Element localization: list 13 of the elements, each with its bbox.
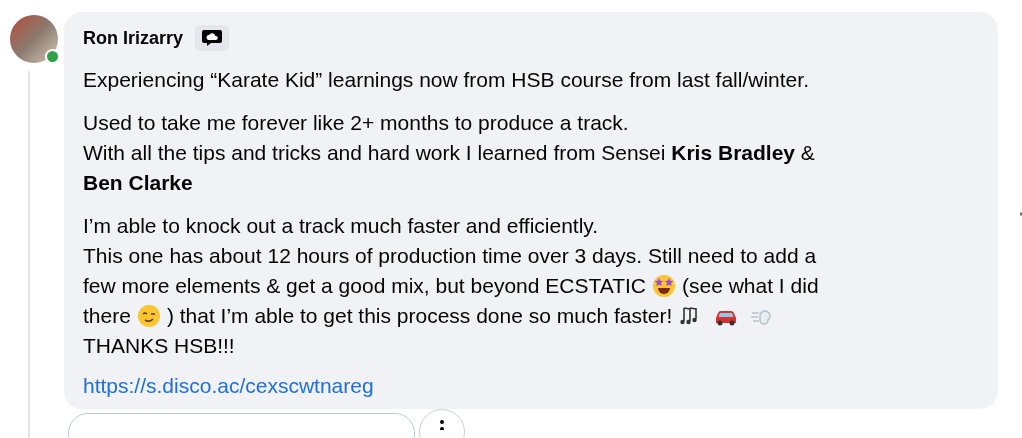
comment-text: ) that I’m able to get this process done so much faster!	[166, 304, 673, 328]
comment-text: Experiencing “Karate Kid” learnings now from HSB course from last fall/winter.	[83, 68, 809, 92]
author-name[interactable]: Ron Irizarry	[83, 27, 184, 49]
comment-text: I’m able to knock out a track much faster and efficiently.	[83, 214, 599, 238]
comment-text: Ben Clarke	[83, 171, 193, 195]
comment-text: (see what I did	[682, 274, 819, 298]
comment-link[interactable]: https://s.disco.ac/cexscwtnareg	[83, 371, 979, 401]
comment-text: Used to take me forever like 2+ months to produce a track.	[83, 111, 629, 135]
comment-text: This one has about 12 hours of production time over 3 days. Still need to add a	[83, 244, 817, 268]
comment-text: With all the tips and tricks and hard work I learned from Sensei Kris Bradley &	[83, 141, 815, 165]
comment-text: THANKS HSB!!!	[83, 334, 235, 358]
comment-text: few more elements & get a good mix, but beyond ECSTATIC	[83, 274, 646, 298]
comment-text: there	[83, 304, 131, 328]
